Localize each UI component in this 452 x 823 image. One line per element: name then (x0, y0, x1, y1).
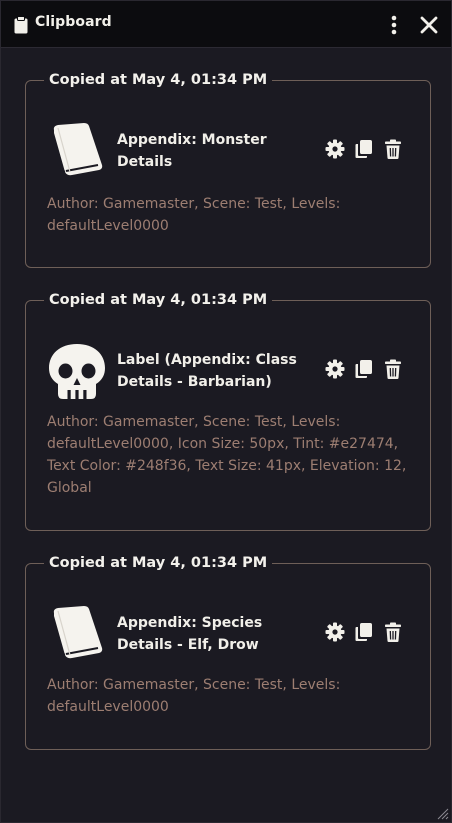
copied-timestamp: Copied at May 4, 01:34 PM (44, 551, 273, 575)
skull-icon (49, 344, 105, 399)
window-titlebar[interactable]: Clipboard (1, 1, 451, 48)
trash-icon[interactable] (382, 358, 404, 380)
copy-icon[interactable] (353, 621, 375, 643)
entry-title[interactable]: Label (Appendix: Class Details - Barbari… (117, 349, 297, 393)
book-icon (51, 606, 103, 659)
clipboard-entry: Copied at May 4, 01:34 PM Label (Appendi… (25, 288, 431, 531)
entry-metadata: Author: Gamemaster, Scene: Test, Levels:… (47, 414, 407, 496)
entry-actions (317, 621, 404, 643)
resize-grip-icon[interactable] (437, 808, 449, 820)
entry-actions (317, 138, 404, 160)
vertical-ellipsis-icon[interactable] (387, 14, 401, 36)
gear-icon[interactable] (324, 358, 346, 380)
trash-icon[interactable] (382, 621, 404, 643)
gear-icon[interactable] (324, 138, 346, 160)
book-icon (51, 123, 103, 176)
copy-icon[interactable] (353, 138, 375, 160)
trash-icon[interactable] (382, 138, 404, 160)
entry-actions (317, 358, 404, 380)
copied-timestamp: Copied at May 4, 01:34 PM (44, 288, 273, 312)
entry-title[interactable]: Appendix: Species Details - Elf, Drow (117, 612, 267, 656)
entry-title[interactable]: Appendix: Monster Details (117, 129, 287, 173)
clipboard-icon (14, 16, 28, 34)
clipboard-entry: Copied at May 4, 01:34 PM Appendix: Spec… (25, 551, 431, 750)
window-title: Clipboard (35, 14, 112, 30)
clipboard-window: Clipboard Copied at May 4, 01:34 PM Appe… (0, 0, 452, 823)
clipboard-entry-list: Copied at May 4, 01:34 PM Appendix: Mons… (25, 67, 431, 750)
close-icon[interactable] (419, 15, 439, 35)
copy-icon[interactable] (353, 358, 375, 380)
gear-icon[interactable] (324, 621, 346, 643)
clipboard-entry: Copied at May 4, 01:34 PM Appendix: Mons… (25, 68, 431, 268)
entry-metadata: Author: Gamemaster, Scene: Test, Levels:… (47, 196, 341, 234)
entry-metadata: Author: Gamemaster, Scene: Test, Levels:… (47, 677, 341, 715)
copied-timestamp: Copied at May 4, 01:34 PM (44, 68, 273, 92)
